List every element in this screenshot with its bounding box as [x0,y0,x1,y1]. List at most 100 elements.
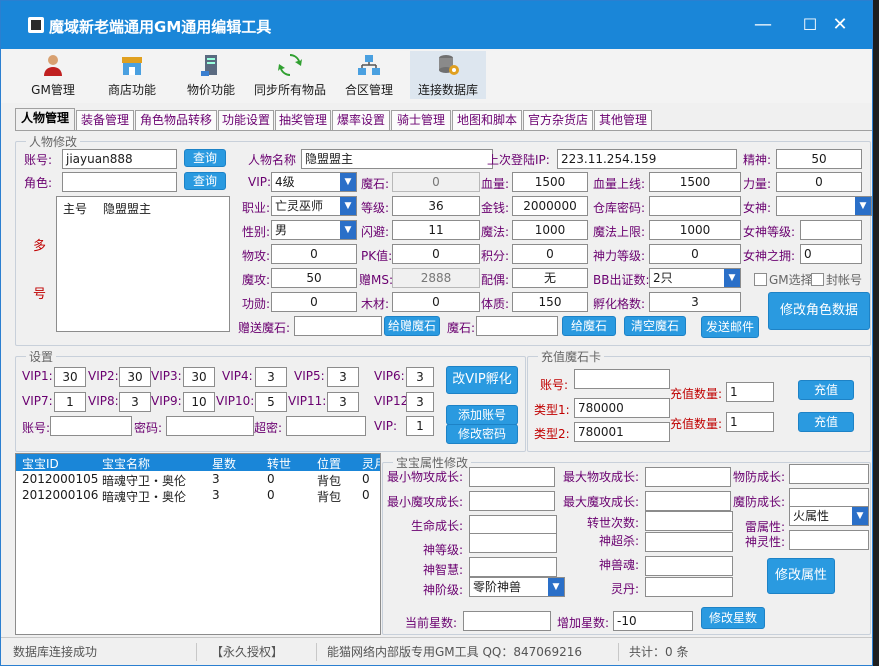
gift-stone-input[interactable] [294,316,382,336]
pk-input[interactable]: 0 [392,244,480,264]
vip4-input[interactable]: 3 [255,367,287,387]
toolbar-sync-button[interactable]: 同步所有物品 [252,51,328,99]
qty2-input[interactable]: 1 [726,412,774,432]
dodge-input[interactable]: 11 [392,220,480,240]
pet-table[interactable]: 宝宝ID 宝宝名称 星数 转世 位置 灵月 2012000105 暗魂守卫・奥伦… [15,453,381,635]
vip9-input[interactable]: 10 [183,392,215,412]
minimize-button[interactable]: — [748,11,778,39]
tab-map-script[interactable]: 地图和脚本 [452,110,522,130]
min-phy-growth-input[interactable] [469,467,555,487]
tab-functions[interactable]: 功能设置 [218,110,274,130]
tab-character[interactable]: 人物管理 [15,108,75,131]
send-mail-button[interactable]: 发送邮件 [701,316,759,338]
phy-atk-input[interactable]: 0 [271,244,357,264]
vip1-input[interactable]: 30 [54,367,86,387]
toolbar-gm-button[interactable]: GM管理 [15,51,91,99]
toolbar-merge-button[interactable]: 合区管理 [331,51,407,99]
role-input[interactable] [62,172,177,192]
hatch-input[interactable]: 3 [649,292,741,312]
table-row[interactable]: 2012000106 暗魂守卫・奥伦 3 0 背包 0 [16,488,380,504]
vip7-input[interactable]: 1 [54,392,86,412]
change-password-button[interactable]: 修改密码 [446,424,518,444]
give-gift-stone-button[interactable]: 给赠魔石 [384,316,440,336]
money-input[interactable]: 2000000 [512,196,588,216]
type2-input[interactable]: 780001 [574,422,670,442]
bb-select[interactable]: 2只 ▼ [649,268,741,288]
pill-input[interactable] [645,577,733,597]
vip8-input[interactable]: 3 [119,392,151,412]
goddess-level-input[interactable] [800,220,862,240]
life-growth-input[interactable] [469,515,557,535]
tab-store[interactable]: 官方杂货店 [523,110,593,130]
merit-input[interactable]: 0 [271,292,357,312]
min-mag-growth-input[interactable] [469,491,555,511]
level-input[interactable]: 36 [392,196,480,216]
god-level-input[interactable] [469,533,557,553]
vip12-input[interactable]: 3 [406,392,434,412]
gender-select[interactable]: 男 ▼ [271,220,357,240]
add-account-button[interactable]: 添加账号 [446,405,518,425]
modify-attribute-button[interactable]: 修改属性 [767,558,835,594]
goddess-select[interactable]: ▼ [776,196,872,216]
god-wisdom-input[interactable] [469,557,557,577]
column-header[interactable]: 灵月 [362,455,380,472]
column-header[interactable]: 宝宝ID [22,455,59,472]
tab-knight[interactable]: 骑士管理 [391,110,451,130]
account-input[interactable]: jiayuan888 [62,149,177,169]
hp-input[interactable]: 1500 [512,172,588,192]
mp-max-input[interactable]: 1000 [649,220,741,240]
recharge1-button[interactable]: 充值 [798,380,854,400]
vip3-input[interactable]: 30 [183,367,215,387]
goddess-hold-input[interactable]: 0 [800,244,862,264]
settings-password-input[interactable] [166,416,254,436]
job-select[interactable]: 亡灵巫师 ▼ [271,196,357,216]
query-role-button[interactable]: 查询 [184,172,226,190]
vip2-input[interactable]: 30 [119,367,151,387]
settings-account-input[interactable] [50,416,132,436]
stone-input[interactable] [476,316,558,336]
list-item[interactable]: 主号 [63,200,87,217]
mag-atk-input[interactable]: 50 [271,268,357,288]
power-input[interactable]: 0 [776,172,862,192]
recharge-account-input[interactable] [574,369,670,389]
qty1-input[interactable]: 1 [726,382,774,402]
mag-def-growth-input[interactable] [789,488,869,508]
gm-select-checkbox[interactable]: GM选择 [754,271,813,288]
column-header[interactable]: 位置 [317,455,341,472]
table-row[interactable]: 2012000105 暗魂守卫・奥伦 3 0 背包 0 [16,472,380,488]
vip5-input[interactable]: 3 [327,367,359,387]
vip10-input[interactable]: 5 [255,392,287,412]
change-vip-hatch-button[interactable]: 改VIP孵化 [446,366,518,394]
max-mag-growth-input[interactable] [645,491,731,511]
settings-vip-input[interactable]: 1 [406,416,434,436]
toolbar-price-button[interactable]: 物价功能 [173,51,249,99]
toolbar-database-button[interactable]: 连接数据库 [410,51,486,99]
phy-def-growth-input[interactable] [789,464,869,484]
vip6-input[interactable]: 3 [406,367,434,387]
vip-select[interactable]: 4级 ▼ [271,172,357,192]
god-soul-input[interactable] [645,556,733,576]
add-star-input[interactable]: -10 [613,611,693,631]
super-password-input[interactable] [286,416,366,436]
warehouse-input[interactable] [649,196,741,216]
role-list[interactable]: 主号 隐盟盟主 [56,196,230,332]
column-header[interactable]: 转世 [267,455,291,472]
column-header[interactable]: 宝宝名称 [102,455,150,472]
type1-input[interactable]: 780000 [574,398,670,418]
maximize-button[interactable]: ☐ [795,11,825,39]
recharge2-button[interactable]: 充值 [798,412,854,432]
divine-input[interactable]: 0 [649,244,741,264]
tab-transfer[interactable]: 角色物品转移 [135,110,217,130]
god-super-input[interactable] [645,532,733,552]
list-item[interactable]: 隐盟盟主 [103,200,151,217]
modify-star-button[interactable]: 修改星数 [701,607,765,629]
points-input[interactable]: 0 [512,244,588,264]
query-account-button[interactable]: 查询 [184,149,226,167]
ban-account-checkbox[interactable]: 封帐号 [811,271,862,288]
name-input[interactable]: 隐盟盟主 [301,149,493,169]
magicstone-input[interactable]: 0 [392,172,480,192]
gift-ms-input[interactable]: 2888 [392,268,480,288]
max-phy-growth-input[interactable] [645,467,731,487]
give-stone-button[interactable]: 给魔石 [562,316,616,336]
tab-drop-rate[interactable]: 爆率设置 [332,110,390,130]
